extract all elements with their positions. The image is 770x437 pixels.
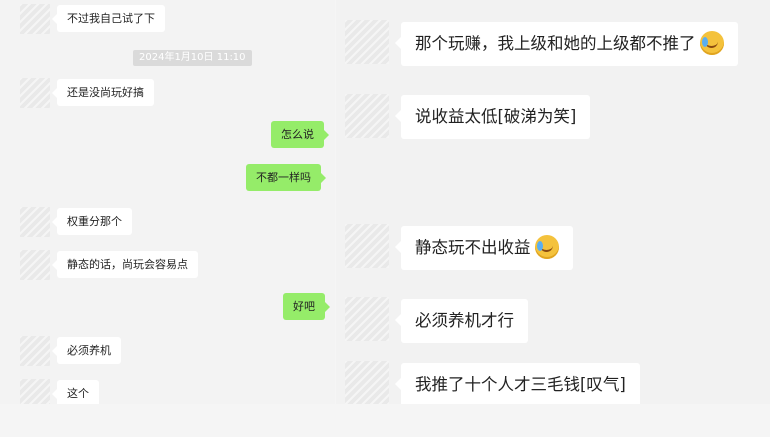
contact-avatar[interactable] (345, 361, 389, 404)
contact-avatar[interactable] (20, 250, 50, 280)
my-message-bubble[interactable]: 不都一样吗 (246, 164, 326, 191)
message-bubble[interactable]: 必须养机才行 (395, 299, 528, 343)
contact-avatar[interactable] (20, 207, 50, 237)
contact-avatar[interactable] (20, 336, 50, 366)
message-text: 我推了十个人才三毛钱[叹气] (415, 375, 626, 394)
message-bubble[interactable]: 那个玩赚，我上级和她的上级都不推了 (395, 22, 738, 66)
right-chat-pane: 那个玩赚，我上级和她的上级都不推了 说收益太低[破涕为笑] 静态玩不出收益 必须… (336, 0, 770, 404)
contact-avatar[interactable] (345, 20, 389, 64)
contact-avatar[interactable] (345, 297, 389, 341)
message-text: 怎么说 (281, 128, 314, 141)
laughing-crying-emoji-icon (699, 30, 724, 55)
message-bubble[interactable]: 静态的话，尚玩会容易点 (52, 251, 198, 278)
message-text: 必须养机 (67, 344, 111, 357)
message-text: 静态玩不出收益 (415, 238, 531, 257)
message-text: 静态的话，尚玩会容易点 (67, 258, 188, 271)
laughing-crying-emoji-icon (534, 234, 559, 259)
message-text: 不过我自己试了下 (67, 12, 155, 25)
message-text: 好吧 (293, 300, 315, 313)
message-text: 不都一样吗 (256, 171, 311, 184)
message-bubble[interactable]: 说收益太低[破涕为笑] (394, 95, 591, 139)
message-text: 这个 (67, 387, 89, 400)
message-text: 说收益太低[破涕为笑] (415, 107, 577, 126)
my-message-bubble[interactable]: 怎么说 (271, 121, 329, 148)
contact-avatar[interactable] (345, 224, 389, 268)
message-bubble[interactable]: 还是没尚玩好搞 (52, 79, 154, 106)
message-text: 必须养机才行 (415, 311, 514, 330)
bottom-margin (0, 404, 770, 437)
left-chat-pane: 不过我自己试了下 2024年1月10日 11:10 还是没尚玩好搞 怎么说 不都… (0, 0, 335, 404)
contact-avatar[interactable] (20, 4, 50, 34)
message-text: 权重分那个 (67, 215, 122, 228)
contact-avatar[interactable] (20, 78, 50, 108)
my-message-bubble[interactable]: 好吧 (283, 293, 330, 320)
timestamp: 2024年1月10日 11:10 (133, 50, 252, 66)
message-bubble[interactable]: 我推了十个人才三毛钱[叹气] (395, 363, 640, 404)
message-text: 那个玩赚，我上级和她的上级都不推了 (415, 34, 696, 53)
message-bubble[interactable]: 权重分那个 (52, 208, 132, 235)
contact-avatar[interactable] (345, 94, 389, 138)
message-bubble[interactable]: 必须养机 (52, 337, 121, 364)
contact-avatar[interactable] (20, 379, 50, 404)
message-text: 还是没尚玩好搞 (67, 86, 144, 99)
message-bubble[interactable]: 不过我自己试了下 (52, 5, 165, 32)
message-bubble[interactable]: 静态玩不出收益 (395, 226, 573, 270)
message-bubble[interactable]: 这个 (52, 380, 99, 404)
